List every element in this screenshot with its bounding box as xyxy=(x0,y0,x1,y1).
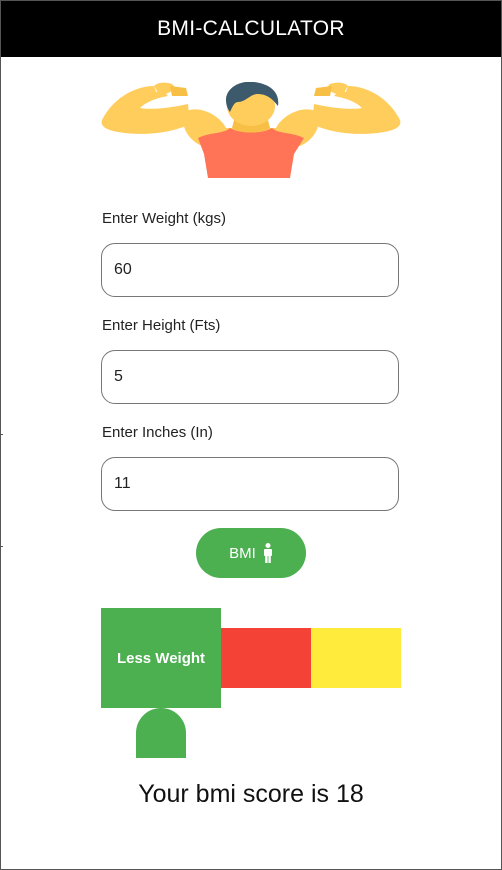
weight-label: Enter Weight (kgs) xyxy=(102,210,226,227)
strongman-illustration xyxy=(101,82,401,178)
inches-value: 11 xyxy=(114,475,131,492)
scale-segment-over xyxy=(311,628,401,688)
weight-value: 60 xyxy=(114,261,132,278)
scale-segment-less-weight: Less Weight xyxy=(101,608,221,708)
bmi-button-label: BMI xyxy=(229,544,256,562)
frame-edge-mark xyxy=(0,546,3,547)
bmi-score-text: Your bmi score is 18 xyxy=(138,780,364,808)
height-input[interactable]: 5 xyxy=(101,350,399,404)
weight-input[interactable]: 60 xyxy=(101,243,399,297)
frame-edge-mark xyxy=(0,434,3,435)
person-icon xyxy=(263,543,272,563)
scale-segment-normal xyxy=(221,628,311,688)
app-bar: BMI-CALCULATOR xyxy=(1,1,501,57)
height-value: 5 xyxy=(114,368,123,385)
bmi-button[interactable]: BMI xyxy=(196,528,306,578)
app-title: BMI-CALCULATOR xyxy=(157,17,345,40)
height-label: Enter Height (Fts) xyxy=(102,317,221,334)
scale-indicator xyxy=(136,708,186,758)
inches-label: Enter Inches (In) xyxy=(102,424,213,441)
less-weight-label: Less Weight xyxy=(116,649,206,667)
inches-input[interactable]: 11 xyxy=(101,457,399,511)
